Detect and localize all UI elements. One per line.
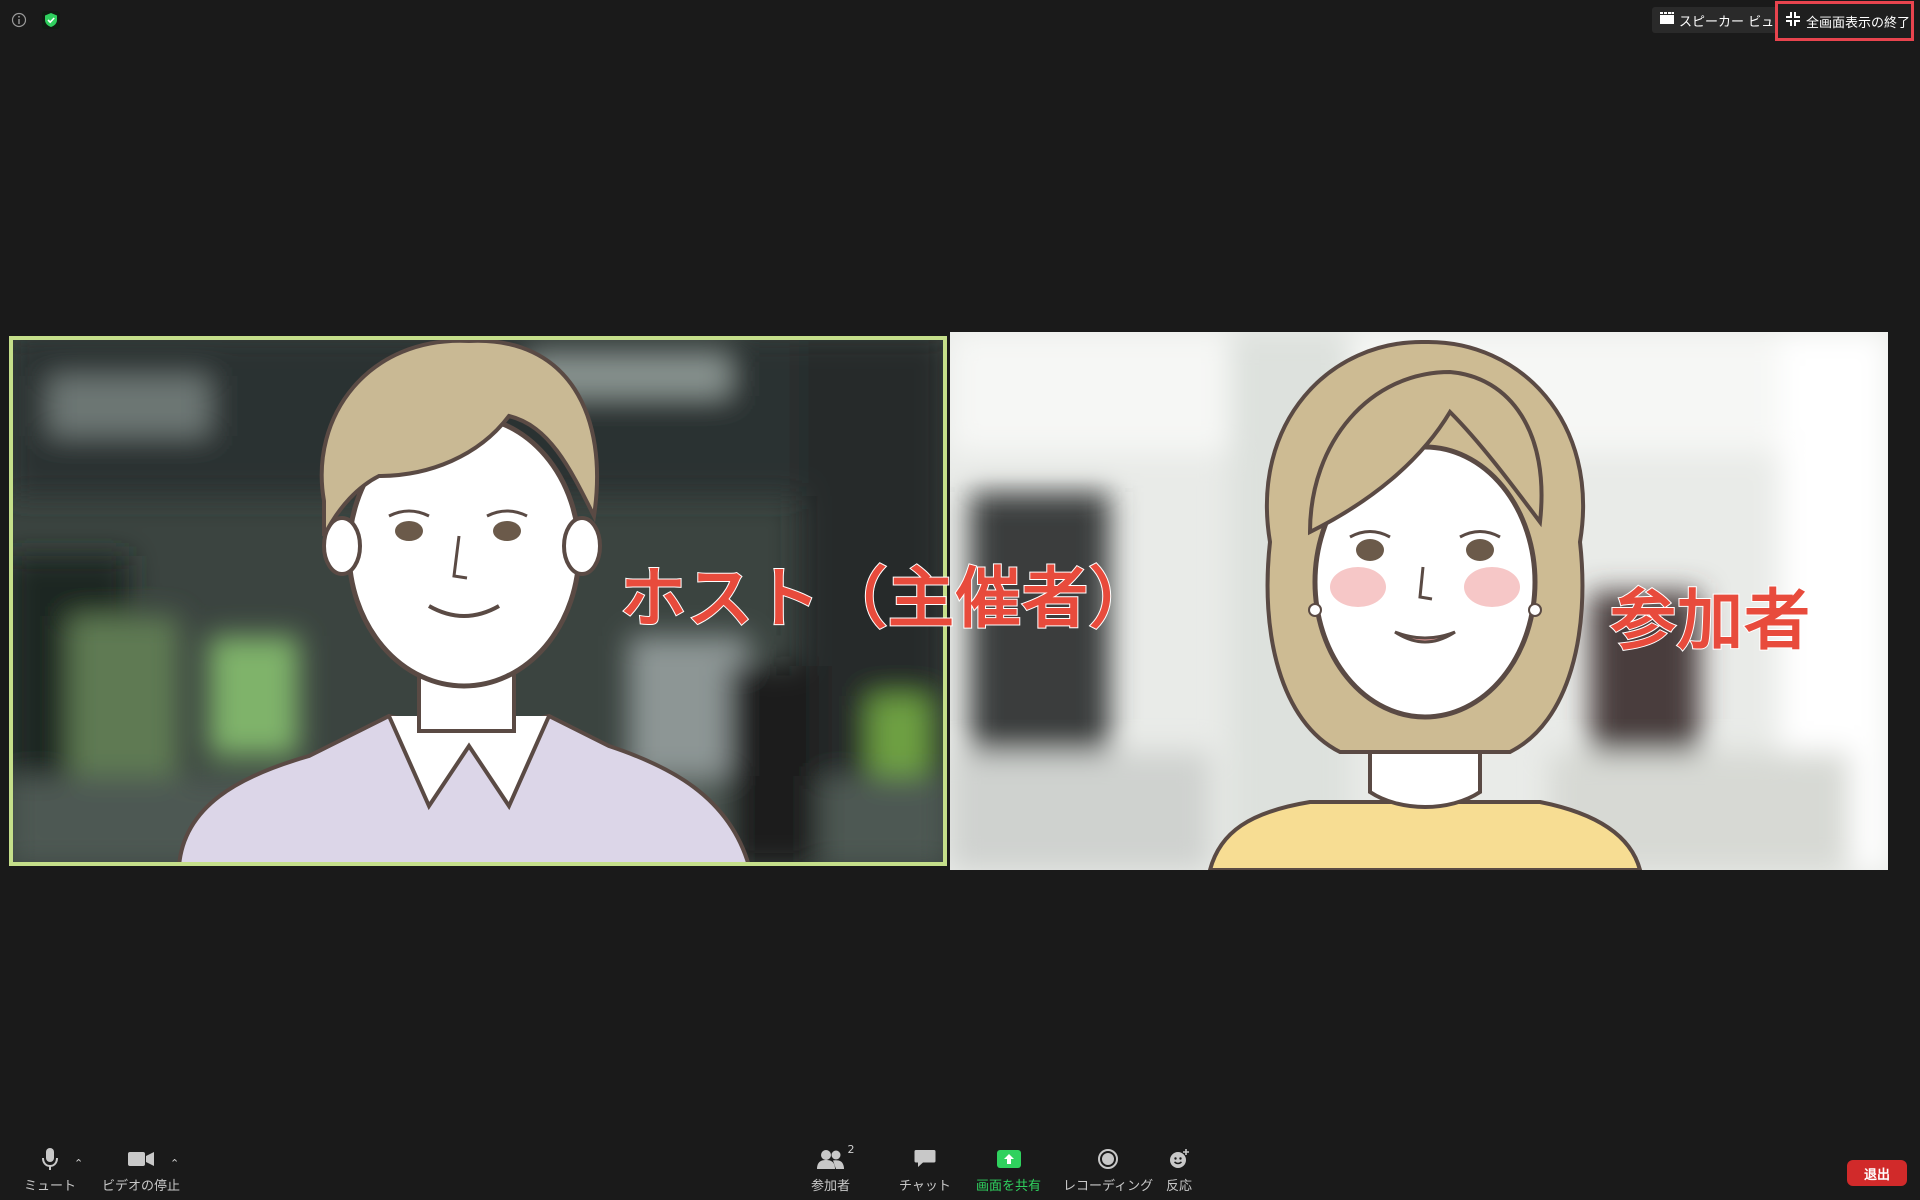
- participant-caption: 参加者: [1609, 581, 1811, 660]
- leave-button[interactable]: 退出: [1847, 1160, 1907, 1186]
- meeting-top-bar: スピーカー ビュー 全画面表示の終了: [0, 0, 1920, 41]
- recording-label: レコーディング: [1063, 1179, 1154, 1194]
- reactions-button[interactable]: 反応: [1166, 1147, 1192, 1194]
- speaker-view-button[interactable]: スピーカー ビュー: [1652, 7, 1796, 33]
- exit-fullscreen-button[interactable]: 全画面表示の終了: [1775, 1, 1914, 41]
- stop-video-label: ビデオの停止: [102, 1179, 181, 1194]
- mute-button[interactable]: ミュート: [24, 1147, 76, 1194]
- exit-fullscreen-icon: [1786, 12, 1800, 30]
- participants-count: 2: [847, 1143, 855, 1156]
- video-options-caret-icon[interactable]: ⌃: [170, 1157, 179, 1170]
- share-screen-label: 画面を共有: [976, 1179, 1042, 1194]
- grid-icon: [1660, 12, 1674, 28]
- exit-fullscreen-label: 全画面表示の終了: [1806, 15, 1911, 31]
- info-icon[interactable]: [8, 9, 30, 31]
- chat-label: チャット: [899, 1179, 951, 1194]
- recording-button[interactable]: レコーディング: [1063, 1147, 1153, 1194]
- microphone-icon: [42, 1147, 58, 1171]
- participants-button[interactable]: 2 参加者: [811, 1143, 855, 1194]
- shield-icon[interactable]: [40, 9, 62, 31]
- reaction-icon: [1168, 1147, 1190, 1171]
- participants-icon: 2: [816, 1143, 855, 1171]
- reactions-label: 反応: [1166, 1179, 1193, 1194]
- chat-button[interactable]: チャット: [899, 1147, 951, 1194]
- speaker-view-label: スピーカー ビュー: [1679, 14, 1788, 30]
- chat-icon: [914, 1147, 936, 1171]
- stop-video-button[interactable]: ビデオの停止: [102, 1147, 180, 1194]
- mute-label: ミュート: [24, 1179, 77, 1194]
- share-screen-icon: [996, 1147, 1021, 1171]
- video-camera-icon: [128, 1147, 154, 1171]
- record-icon: [1098, 1147, 1119, 1171]
- meeting-toolbar: ミュート ⌃ ビデオの停止 ⌃ 2 参加者 チャット 画面を共有 レコーディング: [0, 1128, 1920, 1200]
- participants-label: 参加者: [811, 1179, 851, 1194]
- mute-options-caret-icon[interactable]: ⌃: [74, 1157, 83, 1170]
- share-screen-button[interactable]: 画面を共有: [976, 1147, 1041, 1194]
- host-caption: ホスト（主催者）: [619, 559, 1156, 638]
